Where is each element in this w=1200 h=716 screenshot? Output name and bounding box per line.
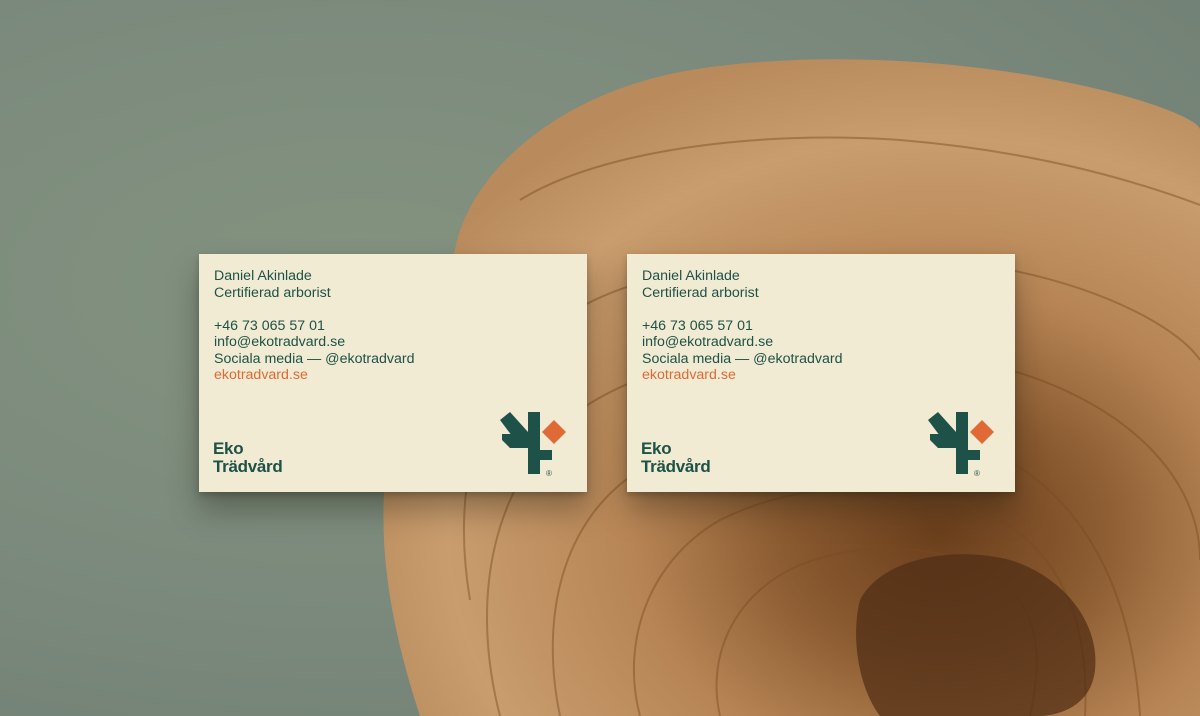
business-card-2: Daniel Akinlade Certifierad arborist +46… (627, 254, 1015, 492)
tree-mark-icon: ® (928, 412, 994, 478)
card-contact-block: Daniel Akinlade Certifierad arborist +46… (214, 268, 415, 384)
wordmark-line-1: Eko (641, 439, 672, 458)
registered-mark: ® (974, 469, 980, 478)
brand-wordmark: Eko Trädvård (641, 439, 711, 476)
card-email: info@ekotradvard.se (642, 334, 774, 351)
wordmark-line-1: Eko (213, 439, 244, 458)
card-contact-block: Daniel Akinlade Certifierad arborist +46… (642, 268, 843, 384)
tree-mark-icon: ® (500, 412, 566, 478)
card-website: ekotradvard.se (642, 367, 736, 384)
card-person-title: Certifierad arborist (214, 284, 331, 301)
card-social: Sociala media — @ekotradvard (642, 350, 843, 367)
wordmark-line-2: Trädvård (213, 457, 283, 476)
registered-mark: ® (546, 469, 552, 478)
card-person-name: Daniel Akinlade (642, 268, 740, 284)
card-person-title: Certifierad arborist (642, 284, 759, 301)
brand-wordmark: Eko Trädvård (213, 439, 283, 476)
card-phone: +46 73 065 57 01 (642, 317, 753, 334)
wood-slice (383, 59, 1200, 716)
card-phone: +46 73 065 57 01 (214, 317, 325, 334)
photo-scene: Daniel Akinlade Certifierad arborist +46… (0, 0, 1200, 716)
business-card-1: Daniel Akinlade Certifierad arborist +46… (199, 254, 587, 492)
card-person-name: Daniel Akinlade (214, 268, 312, 284)
wordmark-line-2: Trädvård (641, 457, 711, 476)
card-website: ekotradvard.se (214, 367, 308, 384)
card-social: Sociala media — @ekotradvard (214, 350, 415, 367)
card-email: info@ekotradvard.se (214, 334, 346, 351)
